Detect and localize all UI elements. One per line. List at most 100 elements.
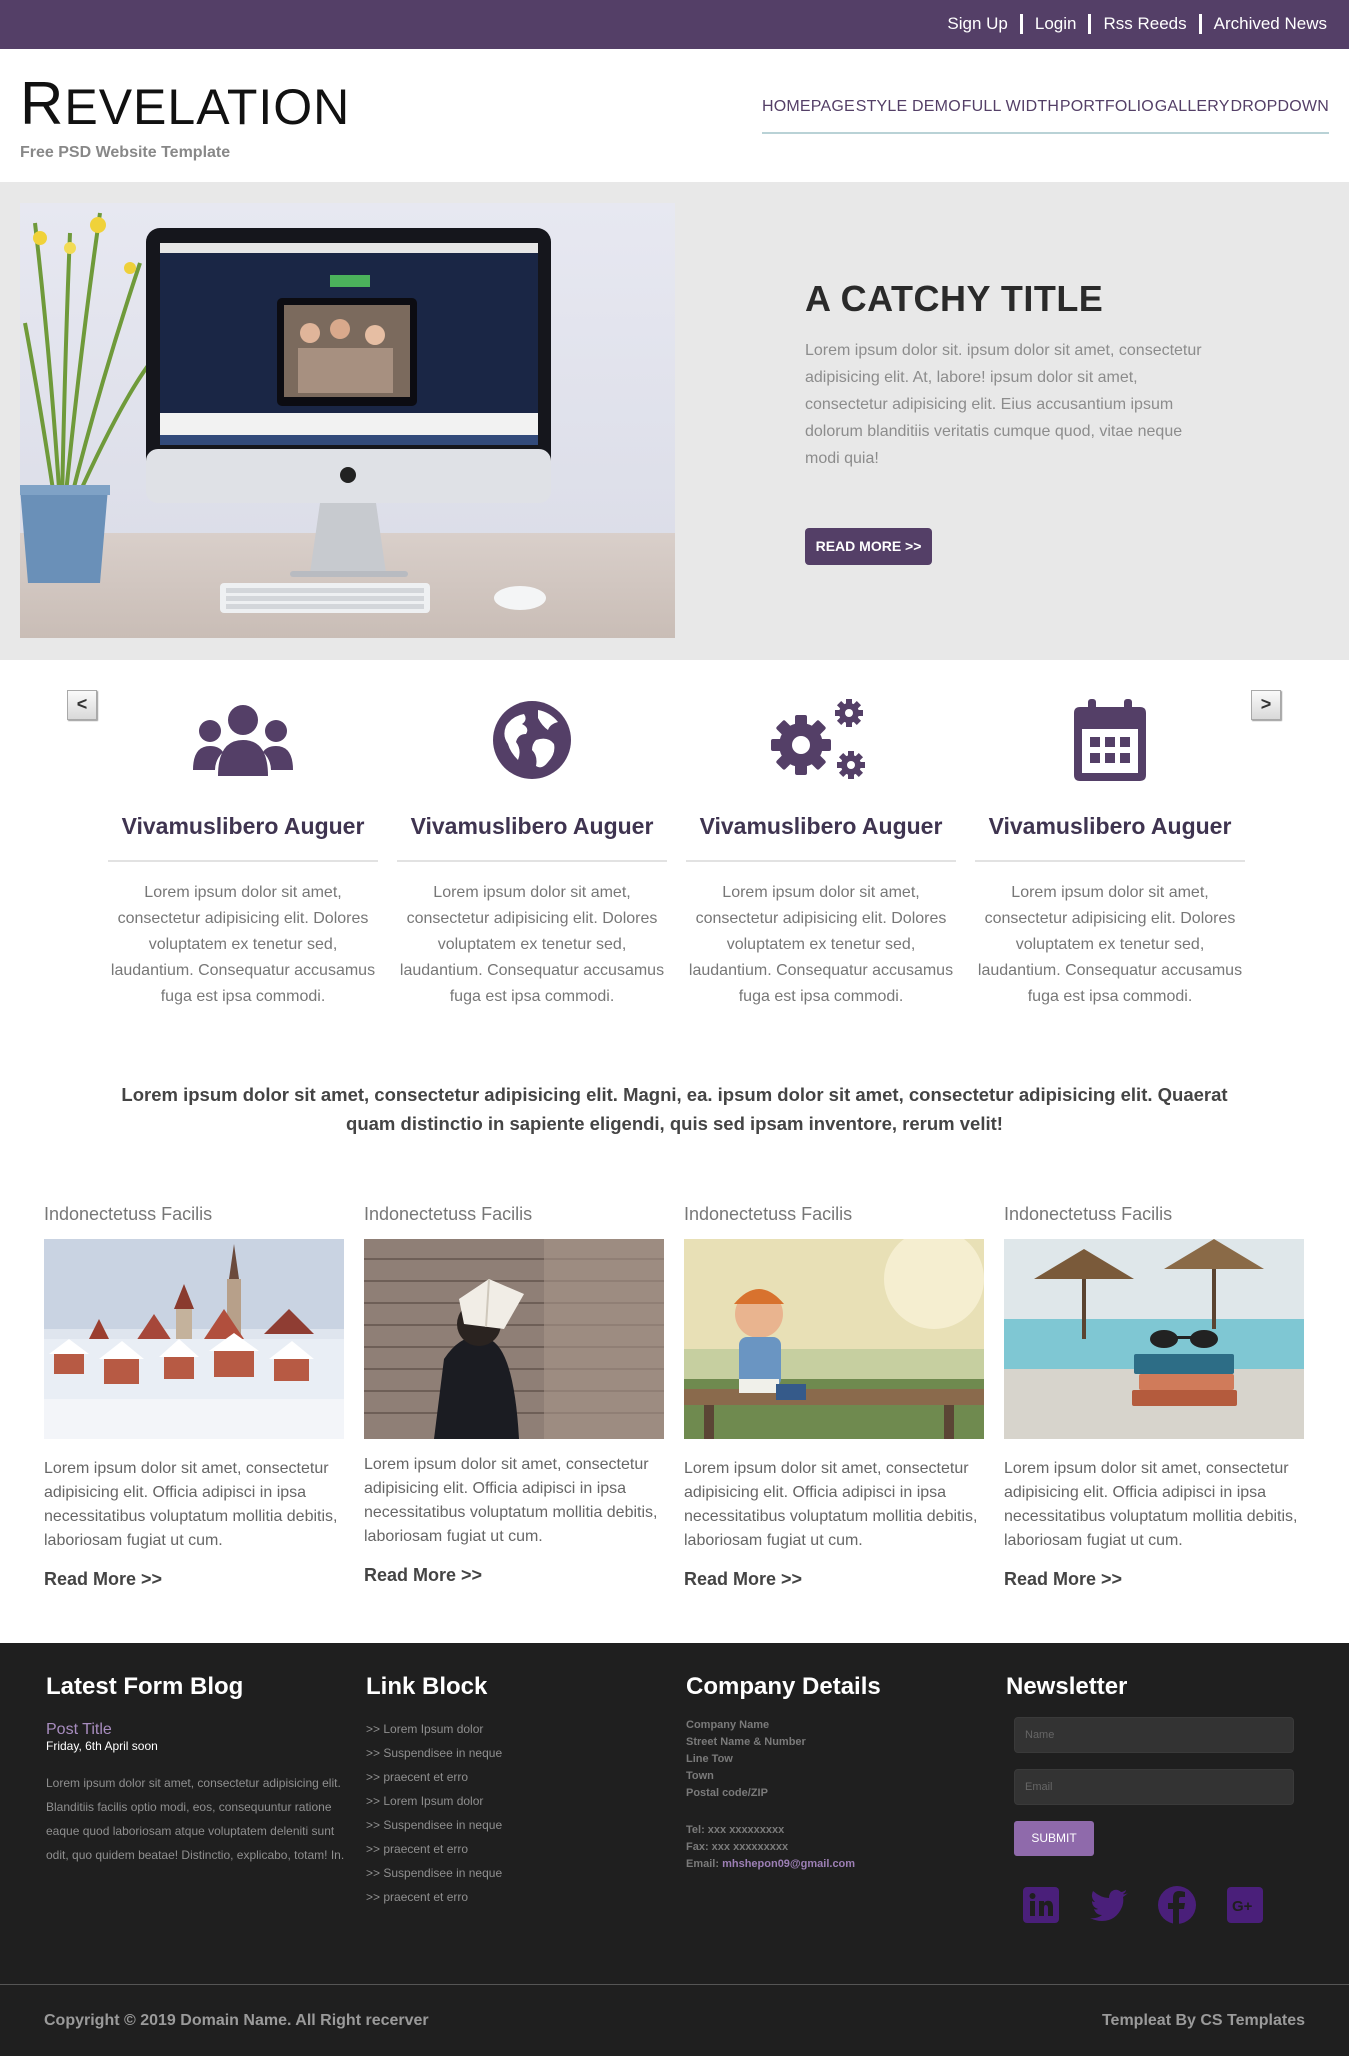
- newsletter-submit-button[interactable]: SUBMIT: [1014, 1821, 1094, 1856]
- email-label: Email:: [686, 1858, 720, 1870]
- blog-post-date: Friday, 6th April soon: [46, 1739, 158, 1753]
- nav-portfolio[interactable]: PORTFOLIO: [1060, 98, 1154, 132]
- company-name: Company Name: [686, 1719, 770, 1731]
- footer-link[interactable]: >> Suspendisee in neque: [366, 1741, 502, 1765]
- footer-blog-heading: Latest Form Blog: [46, 1673, 244, 1700]
- company-town: Town: [686, 1770, 714, 1782]
- newsletter-name-input[interactable]: Name: [1014, 1717, 1294, 1753]
- post-title[interactable]: Indonectetuss Facilis: [684, 1204, 984, 1225]
- archived-news-link[interactable]: Archived News: [1198, 14, 1327, 34]
- footer-company: Company Details Company Name Street Name…: [686, 1673, 881, 1873]
- post-card: Indonectetuss Facilis Lorem ipsum dolor …: [1004, 1204, 1304, 1590]
- footer-link[interactable]: >> praecent et erro: [366, 1837, 502, 1861]
- gears-icon: [686, 695, 956, 785]
- hero-title: A CATCHY TITLE: [805, 278, 1104, 319]
- beach-books-image[interactable]: [1004, 1239, 1304, 1439]
- footer-link[interactable]: >> Suspendisee in neque: [366, 1813, 502, 1837]
- laughing-boy-image[interactable]: [684, 1239, 984, 1439]
- footer-blog: Latest Form Blog Post Title Friday, 6th …: [46, 1673, 346, 1867]
- post-title[interactable]: Indonectetuss Facilis: [1004, 1204, 1304, 1225]
- nav-gallery[interactable]: GALLERY: [1155, 98, 1230, 132]
- post-read-more-link[interactable]: Read More >>: [364, 1565, 664, 1586]
- feature-title: Vivamuslibero Auguer: [397, 813, 667, 862]
- facebook-icon[interactable]: [1158, 1886, 1196, 1924]
- footer-newsletter: Newsletter Name Email SUBMIT G+: [1006, 1673, 1294, 1924]
- login-link[interactable]: Login: [1019, 14, 1089, 34]
- company-street: Street Name & Number: [686, 1736, 806, 1748]
- linkedin-icon[interactable]: [1022, 1886, 1060, 1924]
- post-read-more-link[interactable]: Read More >>: [1004, 1569, 1304, 1590]
- read-more-button[interactable]: READ MORE >>: [805, 528, 932, 565]
- twitter-icon[interactable]: [1090, 1886, 1128, 1924]
- footer-link[interactable]: >> praecent et erro: [366, 1765, 502, 1789]
- footer: Latest Form Blog Post Title Friday, 6th …: [0, 1643, 1349, 1984]
- post-title[interactable]: Indonectetuss Facilis: [44, 1204, 344, 1225]
- post-text: Lorem ipsum dolor sit amet, consectetur …: [1004, 1460, 1298, 1549]
- nav-homepage[interactable]: HOMEPAGE: [762, 98, 855, 132]
- footer-link[interactable]: >> Lorem Ipsum dolor: [366, 1789, 502, 1813]
- footer-link-list: >> Lorem Ipsum dolor >> Suspendisee in n…: [366, 1717, 502, 1909]
- site-tagline: Free PSD Website Template: [20, 144, 231, 161]
- top-links: Sign Up Login Rss Reeds Archived News: [935, 14, 1327, 34]
- copyright-bar: Copyright © 2019 Domain Name. All Right …: [0, 1984, 1349, 2056]
- post-title[interactable]: Indonectetuss Facilis: [364, 1204, 664, 1225]
- nav-dropdown[interactable]: DROPDOWN: [1230, 98, 1328, 132]
- google-plus-icon[interactable]: G+: [1226, 1886, 1264, 1924]
- hero-section: A CATCHY TITLE Lorem ipsum dolor sit. ip…: [0, 182, 1349, 660]
- feature-card: Vivamuslibero Auguer Lorem ipsum dolor s…: [975, 695, 1245, 1010]
- footer-link[interactable]: >> Suspendisee in neque: [366, 1861, 502, 1885]
- calendar-icon: [975, 695, 1245, 785]
- company-postal: Postal code/ZIP: [686, 1787, 768, 1799]
- feature-text: Lorem ipsum dolor sit amet, consectetur …: [977, 884, 1243, 1005]
- footer-links-heading: Link Block: [366, 1673, 488, 1700]
- post-text: Lorem ipsum dolor sit amet, consectetur …: [364, 1456, 658, 1545]
- winter-town-image[interactable]: [44, 1239, 344, 1439]
- blog-post-title[interactable]: Post Title: [46, 1721, 346, 1739]
- post-text: Lorem ipsum dolor sit amet, consectetur …: [44, 1460, 338, 1549]
- newsletter-email-input[interactable]: Email: [1014, 1769, 1294, 1805]
- post-read-more-link[interactable]: Read More >>: [44, 1569, 344, 1590]
- company-details: Company Name Street Name & Number Line T…: [686, 1717, 881, 1873]
- feature-text: Lorem ipsum dolor sit amet, consectetur …: [399, 884, 665, 1005]
- copyright-text: Copyright © 2019 Domain Name. All Right …: [44, 2012, 429, 2029]
- slider-prev-button[interactable]: <: [67, 690, 97, 720]
- hero-image: [20, 203, 675, 638]
- template-credit[interactable]: Templeat By CS Templates: [1102, 2012, 1305, 2030]
- nav-style-demo[interactable]: STYLE DEMO: [856, 98, 961, 132]
- post-text: Lorem ipsum dolor sit amet, consectetur …: [684, 1460, 978, 1549]
- hero-text: Lorem ipsum dolor sit. ipsum dolor sit a…: [805, 342, 1202, 467]
- company-email-link[interactable]: mhshepon09@gmail.com: [722, 1858, 855, 1870]
- feature-card: Vivamuslibero Auguer Lorem ipsum dolor s…: [108, 695, 378, 1010]
- footer-link[interactable]: >> praecent et erro: [366, 1885, 502, 1909]
- post-card: Indonectetuss Facilis Lorem ipsum dolor …: [364, 1204, 664, 1586]
- feature-title: Vivamuslibero Auguer: [108, 813, 378, 862]
- svg-text:G+: G+: [1232, 1898, 1253, 1915]
- users-icon: [108, 695, 378, 785]
- slider-next-button[interactable]: >: [1251, 690, 1281, 720]
- company-email-row: Email: mhshepon09@gmail.com: [686, 1856, 881, 1873]
- feature-text: Lorem ipsum dolor sit amet, consectetur …: [110, 884, 376, 1005]
- feature-text: Lorem ipsum dolor sit amet, consectetur …: [688, 884, 954, 1005]
- rss-link[interactable]: Rss Reeds: [1088, 14, 1198, 34]
- feature-title: Vivamuslibero Auguer: [686, 813, 956, 862]
- footer-links: Link Block >> Lorem Ipsum dolor >> Suspe…: [366, 1673, 502, 1909]
- footer-link[interactable]: >> Lorem Ipsum dolor: [366, 1717, 502, 1741]
- footer-company-heading: Company Details: [686, 1673, 881, 1700]
- reading-girl-image[interactable]: [364, 1239, 664, 1439]
- social-links: G+: [1022, 1886, 1294, 1924]
- globe-icon: [397, 695, 667, 785]
- feature-title: Vivamuslibero Auguer: [975, 813, 1245, 862]
- company-line: Line Tow: [686, 1753, 733, 1765]
- nav-full-width[interactable]: FULL WIDTH: [962, 98, 1059, 132]
- main-nav: HOMEPAGE STYLE DEMO FULL WIDTH PORTFOLIO…: [762, 98, 1329, 134]
- post-read-more-link[interactable]: Read More >>: [684, 1569, 984, 1590]
- post-card: Indonectetuss Facilis Lorem ipsum dolor …: [684, 1204, 984, 1590]
- site-logo[interactable]: REVELATION: [20, 74, 350, 137]
- logo-rest: EVELATION: [64, 79, 351, 135]
- signup-link[interactable]: Sign Up: [935, 14, 1019, 34]
- company-fax: Fax: xxx xxxxxxxxx: [686, 1841, 789, 1853]
- blog-post-text: Lorem ipsum dolor sit amet, consectetur …: [46, 1776, 345, 1862]
- feature-card: Vivamuslibero Auguer Lorem ipsum dolor s…: [686, 695, 956, 1010]
- post-card: Indonectetuss Facilis Lorem ipsum dolor …: [44, 1204, 344, 1590]
- logo-initial: R: [20, 70, 65, 137]
